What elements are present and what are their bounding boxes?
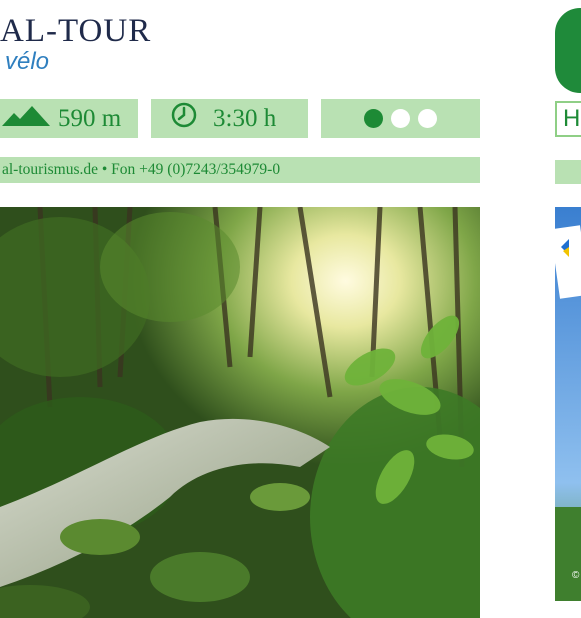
logo-icon: [555, 8, 581, 93]
duration-value: 3:30 h: [213, 104, 277, 132]
elevation-value: 590 m: [58, 104, 122, 132]
mountain-icon: [2, 105, 50, 133]
tour-title: AL-TOUR: [0, 13, 152, 49]
contact-text: al-tourismus.de • Fon +49 (0)7243/354979…: [2, 161, 281, 178]
difficulty-dot-icon: [364, 109, 383, 128]
forest-stream-photo: [0, 207, 480, 618]
right-box: H: [555, 101, 581, 137]
right-photo: [555, 207, 581, 601]
right-bar: [555, 160, 581, 184]
difficulty-dot-icon: [418, 109, 437, 128]
copyright-mark: ©: [572, 570, 580, 581]
difficulty-dot-icon: [391, 109, 410, 128]
elevation-stat: 590 m: [0, 99, 138, 138]
contact-bar: al-tourismus.de • Fon +49 (0)7243/354979…: [0, 157, 480, 183]
clock-icon: [171, 102, 197, 135]
duration-stat: 3:30 h: [151, 99, 308, 138]
tour-subtitle: vélo: [5, 48, 50, 75]
difficulty-stat: [321, 99, 480, 138]
